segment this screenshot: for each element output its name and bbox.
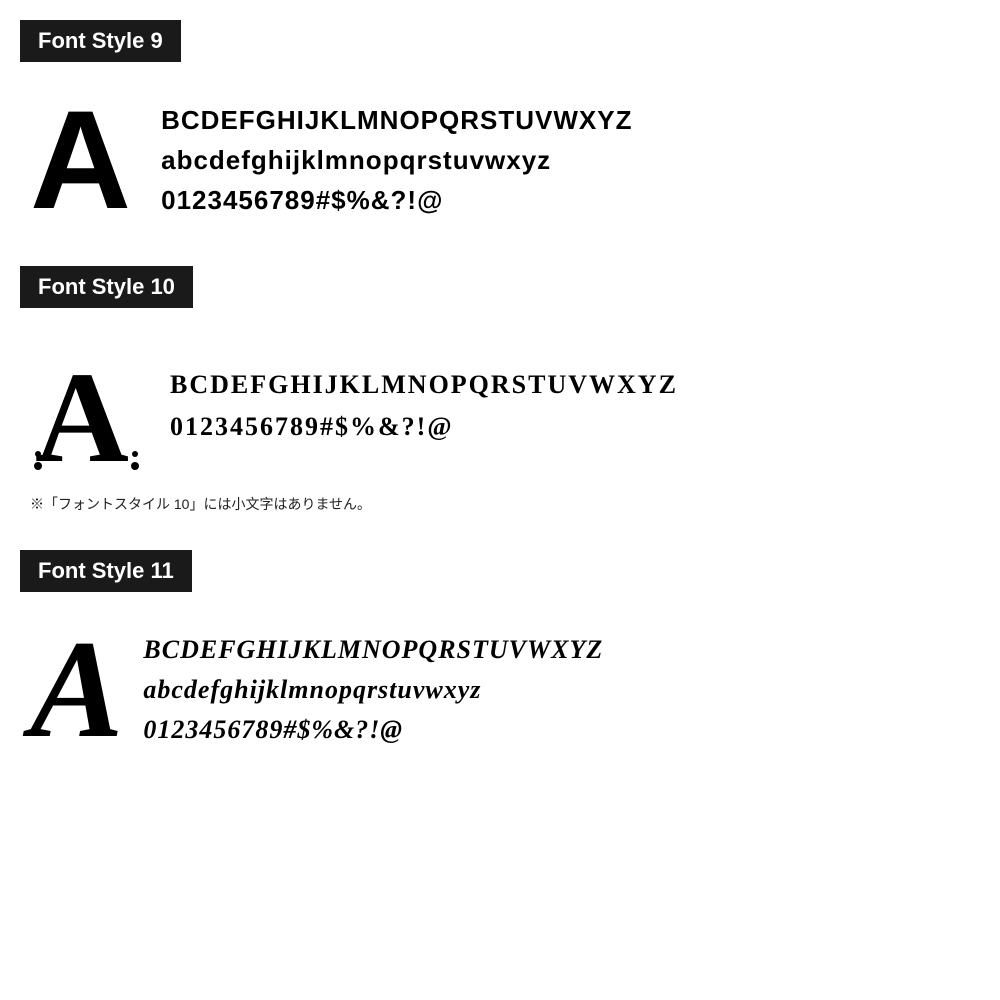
svg-text:A: A bbox=[35, 346, 129, 476]
font-style-11-section: Font Style 11 A BCDEFGHIJKLMNOPQRSTUVWXY… bbox=[20, 550, 980, 780]
font-style-9-line-1: BCDEFGHIJKLMNOPQRSTUVWXYZ bbox=[161, 100, 632, 140]
divider-2 bbox=[20, 544, 980, 545]
font-style-10-big-letter: A bbox=[30, 336, 140, 476]
font-style-9-header: Font Style 9 bbox=[20, 20, 181, 62]
font-style-10-chars: BCDEFGHIJKLMNOPQRSTUVWXYZ 0123456789#$%&… bbox=[170, 364, 678, 447]
font-style-9-big-letter: A bbox=[30, 90, 131, 230]
font-style-11-chars: BCDEFGHIJKLMNOPQRSTUVWXYZ abcdefghijklmn… bbox=[143, 630, 603, 751]
font-style-10-line-1: BCDEFGHIJKLMNOPQRSTUVWXYZ bbox=[170, 364, 678, 406]
font-style-9-section: Font Style 9 A BCDEFGHIJKLMNOPQRSTUVWXYZ… bbox=[20, 20, 980, 250]
font-style-11-preview: A BCDEFGHIJKLMNOPQRSTUVWXYZ abcdefghijkl… bbox=[20, 610, 980, 780]
font-style-11-header: Font Style 11 bbox=[20, 550, 192, 592]
font-style-10-note: ※「フォントスタイル 10」には小文字はありません。 bbox=[20, 486, 980, 534]
font-style-11-line-2: abcdefghijklmnopqrstuvwxyz bbox=[143, 670, 603, 710]
divider-1 bbox=[20, 260, 980, 261]
font-style-9-line-2: abcdefghijklmnopqrstuvwxyz bbox=[161, 140, 632, 180]
font-style-11-big-letter: A bbox=[30, 620, 123, 760]
font-style-10-preview: A BCDEFGHIJKLMNOPQRSTUVWXYZ 0123456789#$… bbox=[20, 326, 980, 486]
font-style-9-preview: A BCDEFGHIJKLMNOPQRSTUVWXYZ abcdefghijkl… bbox=[20, 80, 980, 250]
font-style-11-line-1: BCDEFGHIJKLMNOPQRSTUVWXYZ bbox=[143, 630, 603, 670]
font-style-10-header: Font Style 10 bbox=[20, 266, 193, 308]
font-style-10-section: Font Style 10 A BCDEFGHIJKLMNOPQRSTUVWXY… bbox=[20, 266, 980, 534]
font-style-9-chars: BCDEFGHIJKLMNOPQRSTUVWXYZ abcdefghijklmn… bbox=[161, 100, 632, 221]
font-style-10-line-2: 0123456789#$%&?!@ bbox=[170, 406, 678, 448]
font-style-9-line-3: 0123456789#$%&?!@ bbox=[161, 180, 632, 220]
page-container: Font Style 9 A BCDEFGHIJKLMNOPQRSTUVWXYZ… bbox=[0, 0, 1000, 1000]
font-style-11-line-3: 0123456789#$%&?!@ bbox=[143, 710, 603, 750]
